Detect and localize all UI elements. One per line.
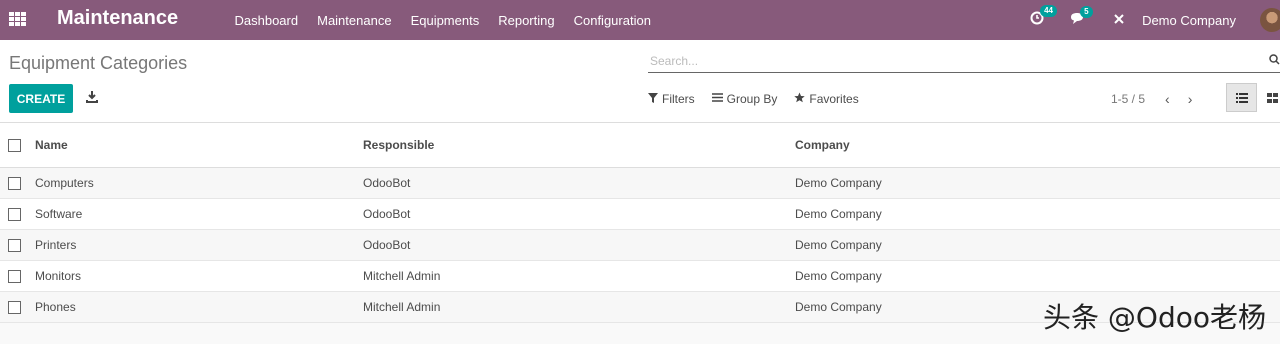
chat-icon[interactable]: 5	[1070, 5, 1093, 29]
select-all-checkbox[interactable]	[8, 138, 21, 152]
menu-configuration[interactable]: Configuration	[564, 13, 660, 28]
filters-button[interactable]: Filters	[648, 92, 695, 106]
company-switcher[interactable]: Demo Company	[1142, 13, 1236, 28]
menu-maintenance[interactable]: Maintenance	[308, 13, 401, 28]
activity-clock-icon[interactable]: 44	[1030, 5, 1057, 29]
menu-equipments[interactable]: Equipments	[401, 13, 489, 28]
row-checkbox[interactable]	[8, 207, 21, 221]
avatar[interactable]	[1260, 8, 1280, 32]
group-by-button[interactable]: Group By	[711, 92, 778, 106]
column-header-company[interactable]: Company	[795, 138, 1280, 152]
systray: 44 5 Demo Company	[1030, 0, 1280, 40]
main-menu: Dashboard Maintenance Equipments Reporti…	[225, 0, 660, 40]
search-options: Filters Group By Favorites	[648, 92, 876, 106]
apps-grid-icon[interactable]	[9, 12, 26, 26]
group-by-icon	[711, 93, 723, 105]
filter-icon	[648, 92, 658, 106]
table-row[interactable]: Monitors Mitchell Admin Demo Company	[0, 261, 1280, 292]
create-button[interactable]: CREATE	[9, 84, 73, 113]
cell-name: Monitors	[35, 269, 82, 283]
table-row[interactable]: Printers OdooBot Demo Company	[0, 230, 1280, 261]
menu-dashboard[interactable]: Dashboard	[225, 13, 308, 28]
cell-name: Computers	[35, 176, 94, 190]
cell-company: Demo Company	[795, 207, 882, 221]
list-view-icon[interactable]	[1226, 83, 1257, 112]
cell-responsible: OdooBot	[363, 176, 411, 190]
row-checkbox[interactable]	[8, 238, 21, 252]
equipment-categories-table: Name Responsible Company Computers OdooB…	[0, 123, 1280, 323]
control-panel: Equipment Categories CREATE Filters Grou…	[0, 40, 1280, 123]
chevron-left-icon[interactable]: ‹	[1165, 91, 1170, 107]
table-header: Name Responsible Company	[0, 123, 1280, 168]
table-row[interactable]: Computers OdooBot Demo Company	[0, 168, 1280, 199]
download-icon[interactable]	[86, 90, 98, 104]
search-bar	[648, 51, 1280, 73]
table-row[interactable]: Software OdooBot Demo Company	[0, 199, 1280, 230]
cell-name: Printers	[35, 238, 77, 252]
page-title: Equipment Categories	[9, 53, 188, 73]
activity-count-badge: 44	[1040, 5, 1057, 17]
kanban-view-icon[interactable]	[1257, 83, 1280, 112]
favorites-label: Favorites	[809, 92, 859, 106]
watermark: 头条 @Odoo老杨	[1043, 301, 1266, 334]
search-icon[interactable]	[1269, 54, 1280, 68]
view-switcher	[1226, 83, 1280, 112]
cell-responsible: Mitchell Admin	[363, 269, 441, 283]
star-icon	[794, 92, 806, 106]
column-header-responsible[interactable]: Responsible	[363, 138, 795, 152]
cell-company: Demo Company	[795, 176, 882, 190]
pager-value[interactable]: 1-5 / 5	[1111, 92, 1145, 106]
column-header-name[interactable]: Name	[35, 138, 363, 152]
row-checkbox[interactable]	[8, 269, 21, 283]
cell-responsible: Mitchell Admin	[363, 300, 441, 314]
group-by-label: Group By	[726, 92, 778, 106]
favorites-button[interactable]: Favorites	[794, 92, 859, 106]
cell-company: Demo Company	[795, 238, 882, 252]
cell-company: Demo Company	[795, 269, 882, 283]
pager: 1-5 / 5 ‹ ›	[1111, 91, 1192, 107]
cell-name: Phones	[35, 300, 76, 314]
top-navbar: Maintenance Dashboard Maintenance Equipm…	[0, 0, 1280, 40]
search-input[interactable]	[648, 51, 1248, 71]
cell-responsible: OdooBot	[363, 238, 411, 252]
row-checkbox[interactable]	[8, 300, 21, 314]
app-brand[interactable]: Maintenance	[57, 7, 178, 30]
filters-label: Filters	[662, 92, 695, 106]
message-count-badge: 5	[1080, 5, 1093, 18]
row-checkbox[interactable]	[8, 176, 21, 190]
cell-name: Software	[35, 207, 83, 221]
debug-cross-icon[interactable]	[1113, 12, 1125, 29]
menu-reporting[interactable]: Reporting	[489, 13, 564, 28]
chevron-right-icon[interactable]: ›	[1188, 91, 1193, 107]
cell-responsible: OdooBot	[363, 207, 411, 221]
